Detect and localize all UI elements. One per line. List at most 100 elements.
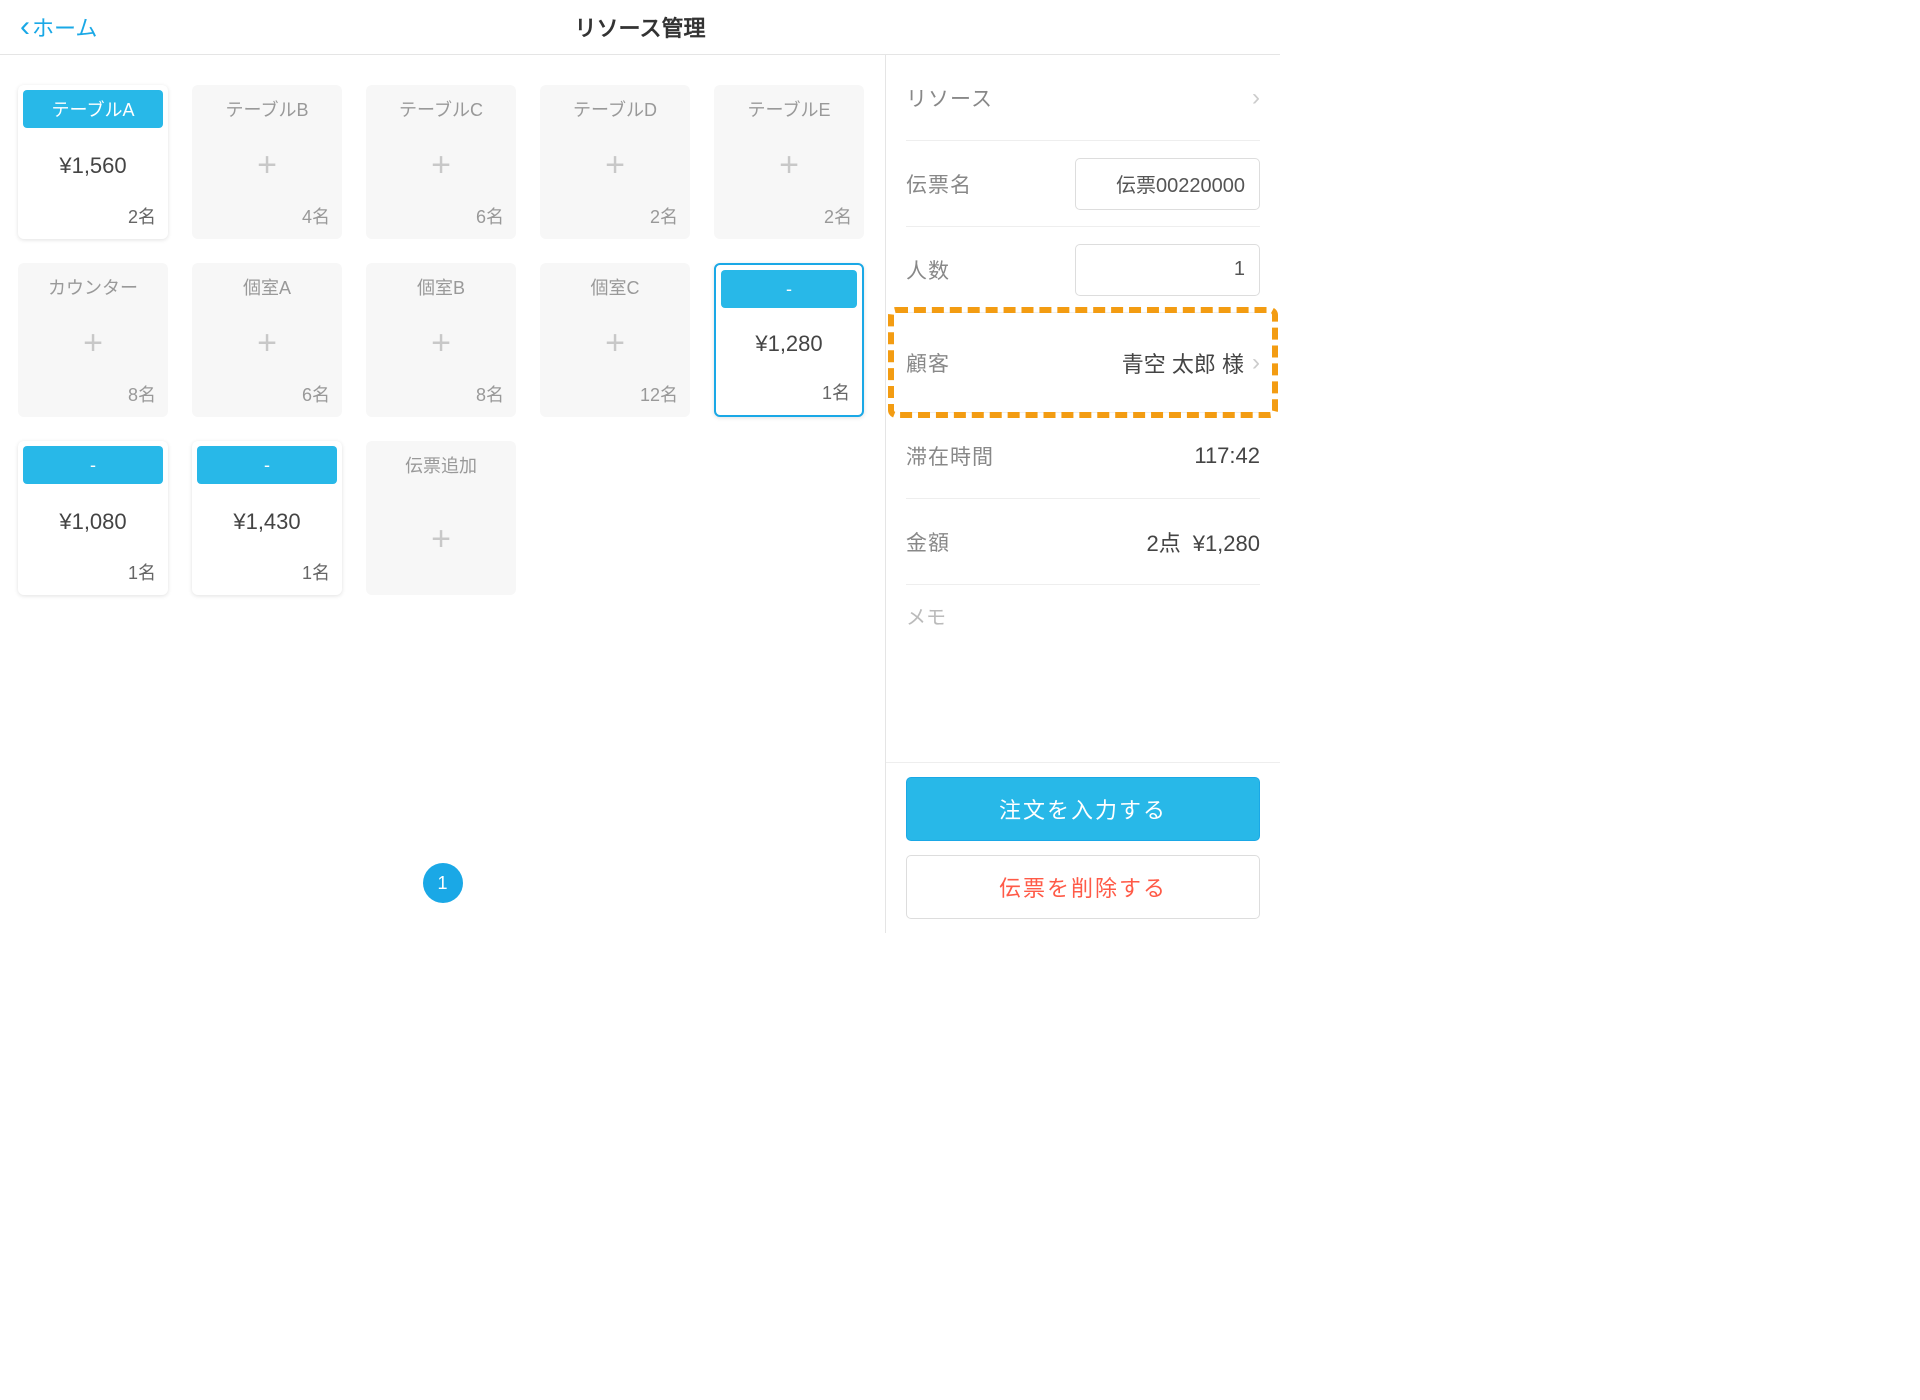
sidebar: リソース › 伝票名 人数 顧客 青空 太郎 様 › 滞在時間	[885, 55, 1280, 933]
enter-order-button[interactable]: 注文を入力する	[906, 777, 1260, 841]
table-card-body: ¥1,280	[716, 308, 862, 379]
resource-row[interactable]: リソース ›	[906, 55, 1260, 141]
table-card-capacity: 6名	[192, 381, 342, 417]
table-card-body: +	[714, 128, 864, 203]
table-card[interactable]: カウンター +8名	[18, 263, 168, 417]
table-card-capacity: 2名	[540, 203, 690, 239]
plus-icon: +	[431, 146, 451, 185]
plus-icon: +	[83, 324, 103, 363]
table-card[interactable]: - ¥1,080 1名	[18, 441, 168, 595]
table-card-body: +	[192, 306, 342, 381]
table-card-body: +	[18, 306, 168, 381]
plus-icon: +	[431, 520, 451, 559]
table-card-body: +	[366, 484, 516, 595]
amount-row: 金額 2点 ¥1,280	[906, 499, 1260, 585]
card-grid: テーブルA¥1,5602名テーブルB+4名テーブルC+6名テーブルD+2名テーブ…	[18, 85, 867, 595]
table-card-body: +	[366, 128, 516, 203]
table-card[interactable]: 伝票追加 +	[366, 441, 516, 595]
sidebar-actions: 注文を入力する 伝票を削除する	[886, 762, 1280, 933]
table-card-name: -	[721, 270, 857, 308]
customer-value: 青空 太郎 様	[1122, 347, 1244, 379]
main: テーブルA¥1,5602名テーブルB+4名テーブルC+6名テーブルD+2名テーブ…	[0, 55, 1280, 933]
table-card-body: ¥1,080	[18, 484, 168, 559]
delete-slip-button[interactable]: 伝票を削除する	[906, 855, 1260, 919]
people-input[interactable]	[1075, 244, 1260, 296]
slip-name-row: 伝票名	[906, 141, 1260, 227]
table-card[interactable]: - ¥1,280 1名	[714, 263, 864, 417]
table-card[interactable]: 個室C +12名	[540, 263, 690, 417]
chevron-right-icon: ›	[1252, 349, 1260, 377]
table-card-capacity: 1名	[192, 559, 342, 595]
table-card-body: ¥1,430	[192, 484, 342, 559]
chevron-right-icon: ›	[1252, 84, 1260, 112]
page-indicator[interactable]: 1	[423, 863, 463, 903]
amount-count: 2点	[1146, 526, 1180, 558]
table-card-capacity: 2名	[714, 203, 864, 239]
memo-row[interactable]: メモ	[906, 585, 1260, 645]
stay-time-row: 滞在時間 117:42	[906, 413, 1260, 499]
customer-value-wrap: 青空 太郎 様 ›	[1122, 347, 1260, 379]
table-card[interactable]: テーブルD +2名	[540, 85, 690, 239]
table-card-body: +	[540, 306, 690, 381]
table-card-name: テーブルB	[197, 90, 337, 128]
table-card-name: 個室B	[371, 268, 511, 306]
table-card-capacity: 12名	[540, 381, 690, 417]
table-card-price: ¥1,080	[59, 509, 126, 535]
table-card-name: -	[197, 446, 337, 484]
table-card-name: テーブルD	[545, 90, 685, 128]
people-label: 人数	[906, 255, 950, 285]
sidebar-content: リソース › 伝票名 人数 顧客 青空 太郎 様 › 滞在時間	[886, 55, 1280, 762]
plus-icon: +	[779, 146, 799, 185]
table-card-capacity: 6名	[366, 203, 516, 239]
table-card[interactable]: - ¥1,430 1名	[192, 441, 342, 595]
back-label: ホーム	[32, 11, 97, 43]
table-card-capacity: 2名	[18, 203, 168, 239]
table-card-capacity: 4名	[192, 203, 342, 239]
table-card-name: カウンター	[23, 268, 163, 306]
table-card[interactable]: テーブルE +2名	[714, 85, 864, 239]
table-card[interactable]: テーブルB +4名	[192, 85, 342, 239]
table-card[interactable]: 個室A +6名	[192, 263, 342, 417]
stay-value: 117:42	[1194, 443, 1260, 469]
table-card[interactable]: テーブルA ¥1,560 2名	[18, 85, 168, 239]
table-card-name: 個室C	[545, 268, 685, 306]
back-button[interactable]: ‹ ホーム	[20, 10, 97, 44]
plus-icon: +	[605, 146, 625, 185]
table-card-name: テーブルE	[719, 90, 859, 128]
plus-icon: +	[431, 324, 451, 363]
table-card-capacity: 1名	[18, 559, 168, 595]
table-card[interactable]: 個室B +8名	[366, 263, 516, 417]
chevron-left-icon: ‹	[20, 10, 30, 44]
plus-icon: +	[257, 146, 277, 185]
table-card-price: ¥1,560	[59, 153, 126, 179]
customer-row[interactable]: 顧客 青空 太郎 様 ›	[906, 313, 1260, 413]
plus-icon: +	[605, 324, 625, 363]
slip-label: 伝票名	[906, 169, 972, 199]
table-card-body: ¥1,560	[18, 128, 168, 203]
table-card-price: ¥1,280	[755, 331, 822, 357]
table-grid-area: テーブルA¥1,5602名テーブルB+4名テーブルC+6名テーブルD+2名テーブ…	[0, 55, 885, 933]
table-card-name: 伝票追加	[371, 446, 511, 484]
table-card-name: -	[23, 446, 163, 484]
stay-label: 滞在時間	[906, 441, 994, 471]
table-card-name: テーブルA	[23, 90, 163, 128]
plus-icon: +	[257, 324, 277, 363]
table-card-body: +	[540, 128, 690, 203]
table-card-capacity: 8名	[18, 381, 168, 417]
table-card-body: +	[192, 128, 342, 203]
customer-label: 顧客	[906, 348, 950, 378]
table-card-capacity: 1名	[716, 379, 862, 415]
resource-label: リソース	[906, 83, 993, 113]
header: ‹ ホーム リソース管理	[0, 0, 1280, 55]
table-card-capacity: 8名	[366, 381, 516, 417]
table-card-name: 個室A	[197, 268, 337, 306]
table-card-name: テーブルC	[371, 90, 511, 128]
memo-placeholder: メモ	[906, 601, 946, 630]
slip-name-input[interactable]	[1075, 158, 1260, 210]
table-card-body: +	[366, 306, 516, 381]
amount-value-group: 2点 ¥1,280	[1146, 526, 1260, 558]
amount-label: 金額	[906, 527, 950, 557]
table-card-price: ¥1,430	[233, 509, 300, 535]
table-card[interactable]: テーブルC +6名	[366, 85, 516, 239]
amount-value: ¥1,280	[1193, 531, 1260, 557]
